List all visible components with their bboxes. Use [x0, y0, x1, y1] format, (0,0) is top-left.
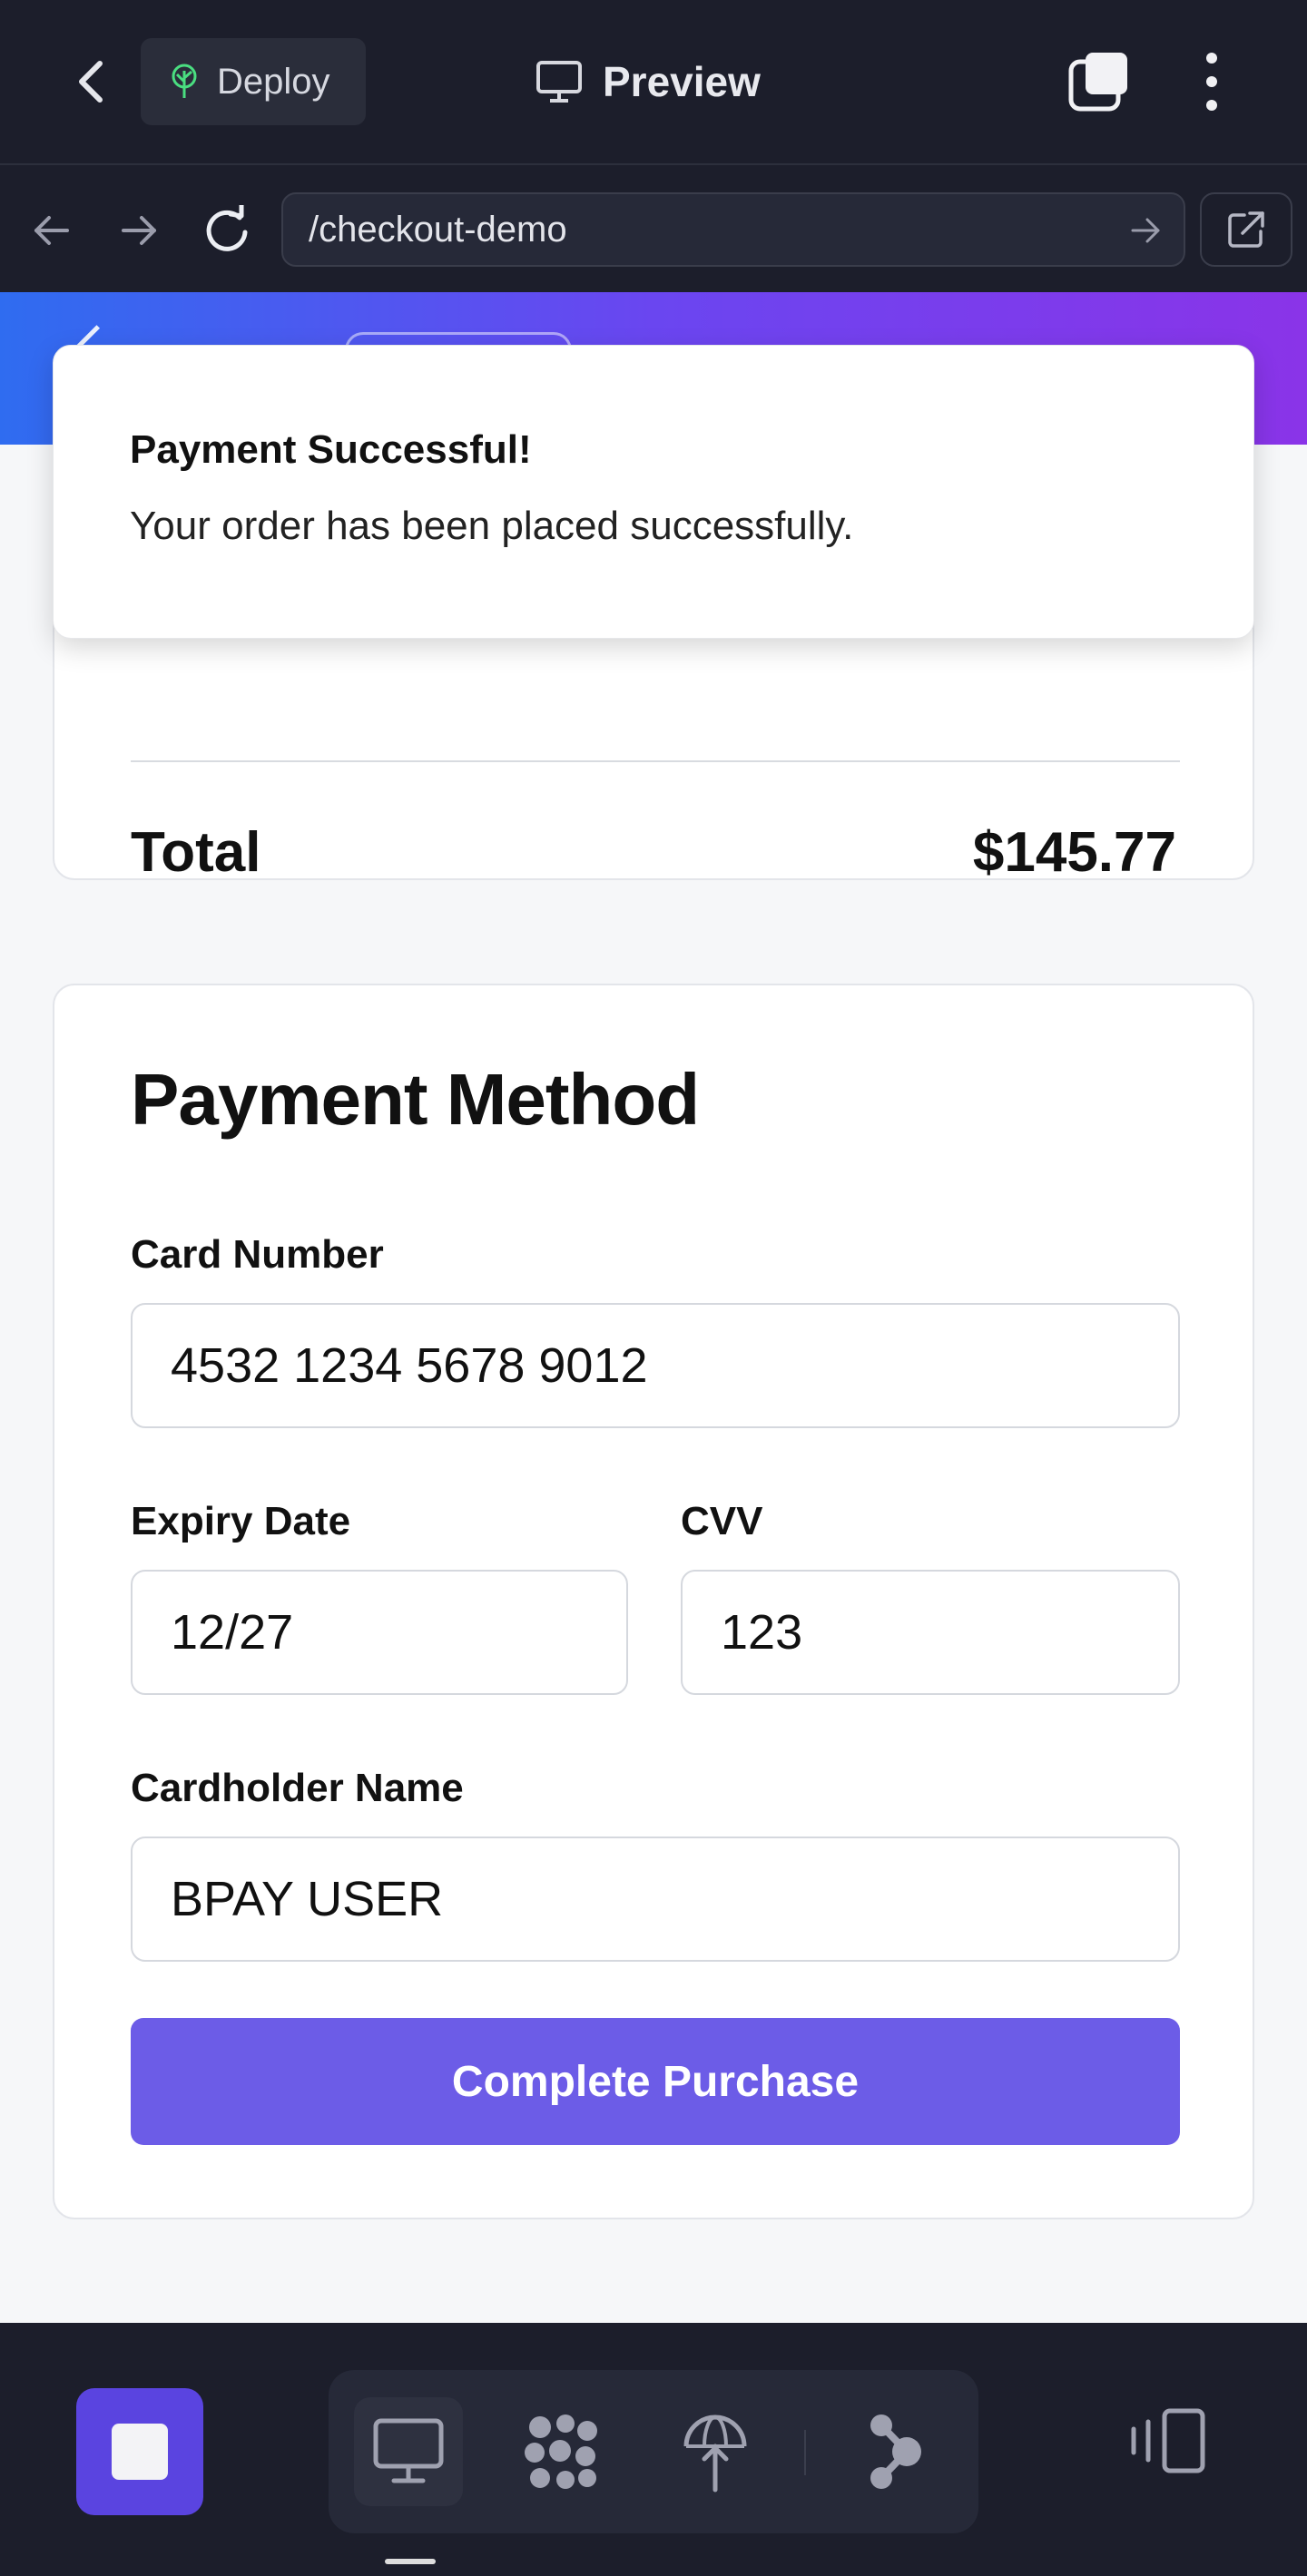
- nav-forward-button[interactable]: [107, 198, 172, 263]
- divider: [804, 2430, 806, 2475]
- monitor-icon: [373, 2418, 444, 2483]
- app-top-bar: Deploy Preview: [0, 0, 1307, 163]
- cardholder-name-input[interactable]: [131, 1837, 1180, 1962]
- nav-back-button[interactable]: [18, 198, 84, 263]
- toast-title: Payment Successful!: [130, 427, 532, 472]
- monitor-icon: [536, 61, 582, 103]
- expiry-date-input[interactable]: [131, 1570, 628, 1695]
- devices-icon: [1131, 2408, 1205, 2473]
- cvv-label: CVV: [681, 1499, 763, 1543]
- preview-label: Preview: [603, 58, 761, 105]
- toast-message: Your order has been placed successfully.: [130, 504, 854, 548]
- reload-button[interactable]: [196, 198, 261, 263]
- tool-switcher: [329, 2370, 978, 2533]
- preview-title: Preview: [536, 45, 761, 118]
- divider: [131, 760, 1180, 762]
- more-menu-button[interactable]: [1175, 45, 1248, 118]
- cardholder-name-label: Cardholder Name: [131, 1766, 464, 1810]
- deploy-button[interactable]: Deploy: [141, 38, 366, 125]
- deploy-label: Deploy: [217, 61, 330, 102]
- devices-button[interactable]: [1113, 2386, 1222, 2495]
- share-icon: [870, 2414, 921, 2489]
- more-vertical-icon: [1206, 53, 1217, 111]
- bottom-toolbar: [0, 2323, 1307, 2576]
- payment-method-card: Payment Method Card Number Expiry Date C…: [53, 984, 1254, 2219]
- tabs-icon: [1068, 53, 1127, 112]
- payment-method-title: Payment Method: [131, 1059, 700, 1140]
- tool-agents-button[interactable]: [506, 2397, 615, 2506]
- total-label: Total: [131, 821, 261, 884]
- card-number-label: Card Number: [131, 1232, 384, 1277]
- external-link-icon: [1228, 211, 1264, 248]
- tabs-button[interactable]: [1062, 45, 1135, 118]
- success-toast[interactable]: Payment Successful! Your order has been …: [53, 345, 1254, 639]
- reload-icon: [206, 205, 248, 251]
- total-value: $145.77: [972, 821, 1176, 884]
- tree-icon: [172, 64, 197, 98]
- complete-purchase-button[interactable]: Complete Purchase: [131, 2018, 1180, 2145]
- arrow-left-icon: [34, 216, 69, 245]
- browser-bar: /checkout-demo: [0, 163, 1307, 292]
- web-content: Total $145.77 Payment Successful! Your o…: [0, 292, 1307, 2323]
- open-external-button[interactable]: [1200, 192, 1292, 267]
- arrow-right-icon[interactable]: [1127, 212, 1164, 249]
- back-button[interactable]: [54, 45, 127, 118]
- url-bar[interactable]: /checkout-demo: [281, 192, 1185, 267]
- chevron-left-icon: [79, 61, 103, 103]
- arrow-right-icon: [122, 216, 156, 245]
- stop-button[interactable]: [76, 2388, 203, 2515]
- stop-icon: [112, 2424, 168, 2480]
- card-number-input[interactable]: [131, 1303, 1180, 1428]
- expiry-date-label: Expiry Date: [131, 1499, 351, 1543]
- home-indicator: [385, 2559, 436, 2564]
- tool-preview-button[interactable]: [354, 2397, 463, 2506]
- agents-icon: [525, 2414, 597, 2489]
- tool-deploy-button[interactable]: [661, 2397, 770, 2506]
- tool-share-button[interactable]: [840, 2397, 949, 2506]
- deploy-globe-icon: [683, 2414, 747, 2493]
- cvv-input[interactable]: [681, 1570, 1180, 1695]
- url-text: /checkout-demo: [309, 209, 567, 250]
